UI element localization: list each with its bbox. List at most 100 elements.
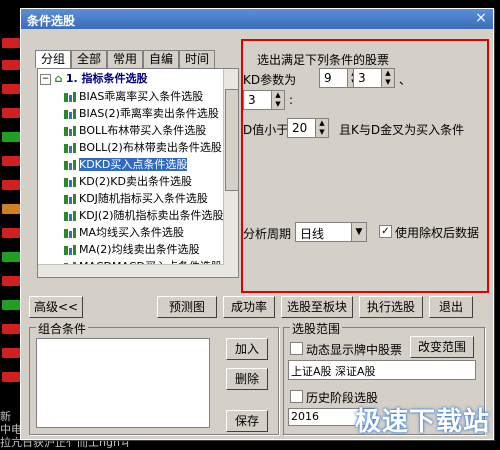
kd-param-label: KD参数为 [243,73,297,87]
bg-quote-4 [2,108,20,118]
bg-quote-10 [2,252,20,262]
preview-chart-button[interactable]: 预测图 [157,296,217,318]
tab-time[interactable]: 时间 [179,50,215,68]
combo-conditions-group: 组合条件 加入 删除 保存 [29,320,279,435]
indicator-icon [64,142,76,154]
window-title: 条件选股 [27,14,76,28]
tree-item[interactable]: BIAS(2)乖离率卖出条件选股 [64,106,219,122]
d-value-suffix: 且K与D金叉为买入条件 [339,123,465,137]
tree-item-label: MA均线买入条件选股 [79,226,185,239]
tree-item[interactable]: BOLL布林带买入条件选股 [64,123,206,139]
parameter-panel: 选出满足下列条件的股票 KD参数为 9 ▲▼ 、 3 ▲▼ 、 3 ▲▼ : D… [241,39,489,293]
change-range-button[interactable]: 改变范围 [410,336,474,358]
d-value-spinner[interactable]: 20 ▲ ▼ [287,118,329,138]
dynamic-display-label: 动态显示牌中股票 [306,343,403,357]
d-value: 20 [292,121,308,135]
tab-group[interactable]: 分组 [35,50,71,68]
use-adjusted-label: 使用除权后数据 [395,226,480,240]
scroll-thumb[interactable] [225,89,238,191]
close-icon[interactable]: × [474,11,488,25]
period-select[interactable]: 日线 ▼ [295,222,367,242]
run-selection-button[interactable]: 执行选股 [359,296,423,318]
title-bar: 条件选股 × [21,9,493,29]
indicator-icon [64,159,76,171]
tree-root[interactable]: − ⌂ 1. 指标条件选股 [40,71,148,87]
watermark-logo: 极速下载站 [354,407,490,437]
delete-button[interactable]: 删除 [226,368,268,390]
tab-custom[interactable]: 自编 [143,50,179,68]
tree-item-label: BOLL(2)布林带卖出条件选股 [79,141,222,154]
bg-quote-9 [2,228,20,238]
indicator-icon [64,108,76,120]
spin-down-icon[interactable]: ▼ [382,78,394,87]
tree-item-label: KDJ随机指标买入条件选股 [79,192,208,205]
tree-item-label: KDJ(2)随机指标卖出条件选股 [79,209,224,222]
panel-heading: 选出满足下列条件的股票 [257,53,390,67]
bg-quote-5 [2,132,20,142]
period-value: 日线 [300,227,325,241]
combo-conditions-list[interactable] [36,338,210,428]
tree-item-label: BIAS(2)乖离率卖出条件选股 [79,107,219,120]
chevron-down-icon[interactable]: ▼ [351,223,366,241]
tree-item[interactable]: BOLL(2)布林带卖出条件选股 [64,140,222,156]
indicator-icon [64,210,76,222]
tree-item-label: KD(2)KD卖出条件选股 [79,175,192,188]
dynamic-display-checkbox[interactable] [290,342,303,355]
advanced-button[interactable]: 高级<< [29,296,83,318]
kd-param-1-value: 9 [324,71,332,85]
period-label: 分析周期 [243,227,292,241]
bg-quote-2 [2,60,20,70]
bg-quote-3 [2,84,20,94]
bg-quote-12 [2,300,20,310]
tree-item[interactable]: MA(2)均线卖出条件选股 [64,242,200,258]
spin-up-icon[interactable]: ▲ [316,119,328,128]
separator-2: 、 [399,73,412,87]
tree-item[interactable]: KDJ随机指标买入条件选股 [64,191,208,207]
bg-quote-1 [2,38,20,48]
bg-quote-6 [2,156,20,166]
spin-up-icon[interactable]: ▲ [272,91,284,100]
tree-horizontal-scrollbar[interactable] [38,264,224,277]
home-icon: ⌂ [54,72,63,85]
tab-all[interactable]: 全部 [71,50,107,68]
spin-down-icon[interactable]: ▼ [272,100,284,109]
bg-quote-7 [2,180,20,190]
selection-range-title: 选股范围 [290,320,343,337]
indicator-icon [64,227,76,239]
history-stage-checkbox[interactable] [290,390,303,403]
tree-item[interactable]: KDKD买入点条件选股 [64,157,188,173]
param-colon: : [289,93,294,107]
kd-param-2-spinner[interactable]: 3 ▲ ▼ [353,68,395,88]
spin-down-icon[interactable]: ▼ [316,128,328,137]
tree-item-label: MACD(2)MACD卖出点条件选股 [79,277,238,278]
save-button[interactable]: 保存 [226,410,268,432]
indicator-icon [64,91,76,103]
kd-param-3-value: 3 [248,93,256,107]
combo-conditions-title: 组合条件 [36,320,89,337]
success-rate-button[interactable]: 成功率 [223,296,275,318]
collapse-icon[interactable]: − [40,73,51,85]
kd-param-2-value: 3 [358,71,366,85]
market-range-box: 上证A股 深证A股 [288,360,476,380]
use-adjusted-checkbox[interactable]: ✓ [379,225,392,238]
tree-item[interactable]: MA均线买入条件选股 [64,225,184,241]
history-date-value: 2016 [291,410,319,423]
exit-button[interactable]: 退出 [429,296,473,318]
kd-param-3-spinner[interactable]: 3 ▲ ▼ [243,90,285,110]
tree-item[interactable]: KDJ(2)随机指标卖出条件选股 [64,208,224,224]
indicator-icon [64,125,76,137]
add-button[interactable]: 加入 [226,338,268,360]
stock-filter-dialog: 条件选股 × 分组 全部 常用 自编 时间 − ⌂ 1. 指标条件选股 BIAS… [20,8,494,440]
spin-up-icon[interactable]: ▲ [382,69,394,78]
tree-vertical-scrollbar[interactable] [223,69,238,277]
tree-item[interactable]: BIAS乖离率买入条件选股 [64,89,203,105]
background-strip [0,0,22,448]
select-to-block-button[interactable]: 选股至板块 [281,296,353,318]
tree-item-label: BOLL布林带买入条件选股 [79,124,207,137]
bg-quote-13 [2,324,20,334]
tree-item[interactable]: KD(2)KD卖出条件选股 [64,174,192,190]
condition-tree[interactable]: − ⌂ 1. 指标条件选股 BIAS乖离率买入条件选股 BIAS(2)乖离率卖出条… [37,68,239,278]
indicator-icon [64,244,76,256]
tab-common[interactable]: 常用 [107,50,143,68]
bg-quote-15 [2,372,20,382]
